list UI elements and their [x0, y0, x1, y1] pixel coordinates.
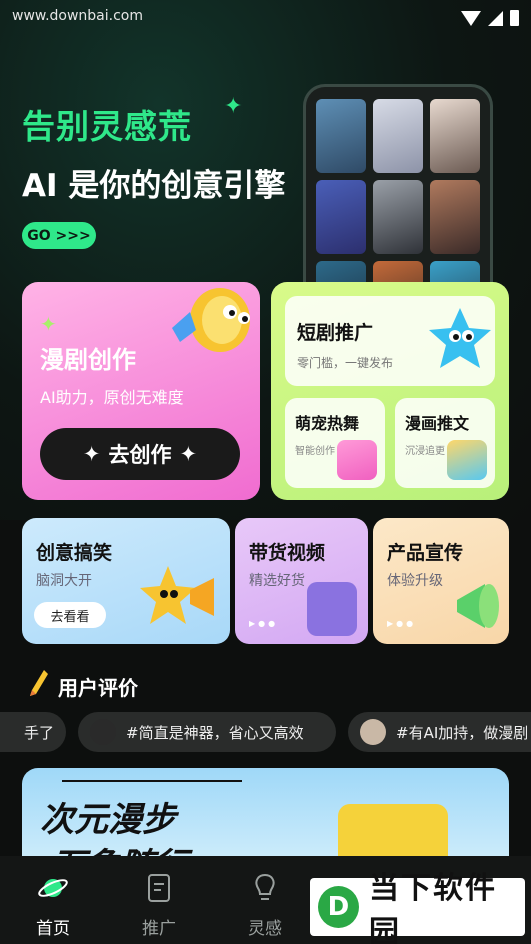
create-button-label: 去创作 — [108, 443, 172, 467]
thumbnail — [430, 99, 480, 173]
document-icon — [148, 874, 170, 902]
card-subtitle: AI助力，原创无难度 — [40, 388, 184, 407]
status-icons — [461, 10, 519, 26]
sparkle-icon: ✦ — [82, 442, 101, 466]
hero-title: 告别灵感荒 — [22, 107, 192, 146]
thumbnail — [373, 180, 423, 254]
tab-label: 推广 — [142, 919, 176, 939]
comic-drama-card[interactable]: ✦ 漫剧创作 AI助力，原创无难度 ✦ 去创作 ✦ — [22, 282, 260, 500]
reviews-title: 用户评价 — [58, 676, 138, 700]
avatar — [360, 719, 386, 745]
sparkle-icon: ✦ — [224, 94, 243, 119]
tile-title: 产品宣传 — [387, 542, 464, 564]
avatar — [90, 719, 116, 745]
tile-title: 创意搞笑 — [36, 542, 113, 564]
tile-title: 带货视频 — [249, 542, 326, 564]
tab-inspiration[interactable]: 灵感 — [212, 856, 318, 944]
wifi-icon — [461, 10, 481, 26]
tab-home[interactable]: 首页 — [0, 856, 106, 944]
feature-group-card: 短剧推广 零门槛，一键发布 萌宠热舞 智能创作 漫画推文 沉浸追更 — [271, 282, 509, 500]
card-title: 漫画推文 — [405, 414, 470, 433]
star-icon: ✦ — [40, 312, 57, 336]
card-subtitle: 智能创作 — [295, 446, 335, 457]
battery-icon — [510, 10, 519, 26]
hero-subtitle: AI 是你的创意引擎 — [22, 168, 286, 204]
comic-narration-card[interactable]: 漫画推文 沉浸追更 — [395, 398, 495, 488]
review-pill[interactable]: #有AI加持，做漫剧 — [348, 712, 531, 752]
tab-label: 灵感 — [248, 919, 282, 939]
pet-mascot-icon — [337, 440, 377, 480]
card-title: 漫剧创作 — [40, 346, 136, 374]
status-bar: www.downbai.com — [0, 0, 531, 36]
thumbnail — [316, 180, 366, 254]
review-text: 手了 — [24, 723, 55, 742]
banner-divider — [62, 780, 242, 782]
card-subtitle: 零门槛，一键发布 — [297, 356, 394, 370]
signal-icon — [488, 10, 503, 26]
pencil-icon — [30, 670, 48, 696]
thumbnail — [373, 99, 423, 173]
logo-mark: D — [318, 886, 359, 928]
short-drama-promo-card[interactable]: 短剧推广 零门槛，一键发布 — [285, 296, 495, 386]
lightbulb-icon — [255, 873, 275, 900]
card-subtitle: 沉浸追更 — [405, 446, 445, 457]
go-button[interactable]: GO >>> — [22, 222, 96, 249]
look-button[interactable]: 去看看 — [34, 602, 106, 628]
thumbnail — [430, 180, 480, 254]
tile-subtitle: 体验升级 — [387, 573, 443, 589]
create-button[interactable]: ✦ 去创作 ✦ — [40, 428, 240, 480]
sparkle-icon: ✦ — [179, 442, 198, 466]
star-megaphone-mascot-icon — [140, 566, 214, 624]
tile-subtitle: 精选好货 — [249, 573, 305, 589]
watermark-text: www.downbai.com — [12, 8, 143, 24]
play-dots-icon: ▶●● — [249, 619, 279, 628]
thumbnail — [316, 99, 366, 173]
review-text: #有AI加持，做漫剧 — [396, 723, 529, 742]
card-title: 短剧推广 — [297, 322, 374, 344]
thumbnail-grid — [316, 99, 480, 294]
tab-label: 首页 — [36, 919, 70, 939]
creative-funny-tile[interactable]: 创意搞笑 脑洞大开 去看看 — [22, 518, 230, 644]
card-title: 萌宠热舞 — [295, 414, 360, 433]
review-pill[interactable]: 手了 — [0, 712, 66, 752]
logo-text: 当下软件园 — [368, 871, 497, 944]
green-megaphone-icon — [457, 584, 499, 628]
review-text: #简直是神器，省心又高效 — [126, 723, 304, 742]
pet-dance-card[interactable]: 萌宠热舞 智能创作 — [285, 398, 385, 488]
phone-mascot-icon — [447, 440, 487, 480]
phone-preview — [303, 84, 493, 294]
review-pill[interactable]: #简直是神器，省心又高效 — [78, 712, 336, 752]
product-promo-tile[interactable]: 产品宣传 体验升级 ▶●● — [373, 518, 509, 644]
planet-icon — [38, 879, 68, 897]
tile-subtitle: 脑洞大开 — [36, 573, 92, 589]
book-mascot-icon — [307, 582, 357, 636]
play-dots-icon: ▶●● — [387, 619, 417, 628]
tab-promotion[interactable]: 推广 — [106, 856, 212, 944]
site-logo-watermark: D 当下软件园 — [310, 871, 525, 944]
blue-star-mascot-icon — [429, 308, 491, 368]
product-video-tile[interactable]: 带货视频 精选好货 ▶●● — [235, 518, 368, 644]
megaphone-icon — [172, 288, 250, 352]
banner-title-line1: 次元漫步 — [40, 800, 176, 840]
